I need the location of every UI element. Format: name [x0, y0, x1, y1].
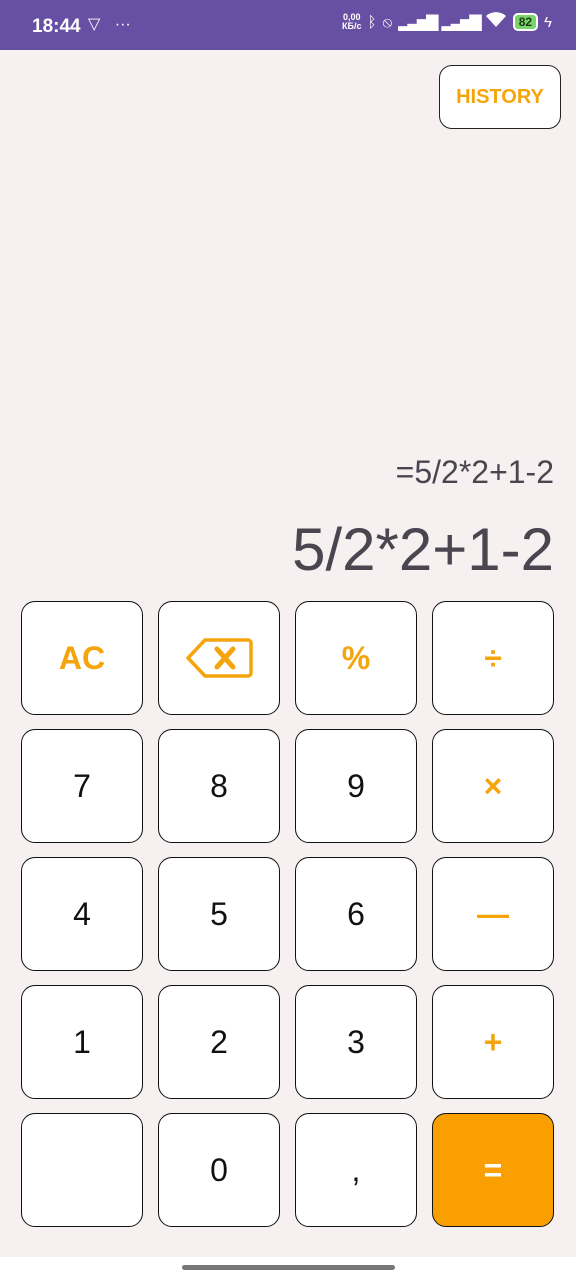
multiply-button[interactable]: ×	[432, 729, 554, 843]
result-display: 5/2*2+1-2	[292, 516, 554, 583]
plus-button[interactable]: +	[432, 985, 554, 1099]
digit-0-button[interactable]: 0	[158, 1113, 280, 1227]
digit-5-button[interactable]: 5	[158, 857, 280, 971]
status-left-icons: ▽ ···	[88, 14, 141, 34]
status-bar: 18:44 ▽ ··· 0,00 КБ/с ᛒ ⦸ ▂▃▅▇ ▂▃▅▇ 82 ϟ	[0, 0, 576, 50]
digit-3-button[interactable]: 3	[295, 985, 417, 1099]
gesture-handle[interactable]	[182, 1265, 395, 1270]
signal-icon: ▂▃▅▇	[398, 14, 438, 31]
digit-6-button[interactable]: 6	[295, 857, 417, 971]
history-button[interactable]: HISTORY	[439, 65, 561, 129]
comma-button[interactable]: ,	[295, 1113, 417, 1227]
wifi-icon	[485, 12, 507, 32]
net-speed: 0,00 КБ/с	[342, 13, 361, 31]
percent-button[interactable]: %	[295, 601, 417, 715]
backspace-icon	[186, 638, 253, 678]
vpn-icon: ▽	[88, 16, 101, 33]
digit-1-button[interactable]: 1	[21, 985, 143, 1099]
net-speed-unit: КБ/с	[341, 21, 362, 31]
status-time: 18:44	[32, 16, 81, 37]
bluetooth-icon: ᛒ	[367, 13, 377, 31]
backspace-button[interactable]	[158, 601, 280, 715]
status-right-icons: 0,00 КБ/с ᛒ ⦸ ▂▃▅▇ ▂▃▅▇ 82 ϟ	[342, 12, 552, 32]
clear-button[interactable]: AC	[21, 601, 143, 715]
vibrate-off-icon: ⦸	[382, 13, 393, 31]
digit-7-button[interactable]: 7	[21, 729, 143, 843]
battery-icon: 82	[512, 13, 539, 31]
minus-button[interactable]: —	[432, 857, 554, 971]
more-icon: ···	[114, 16, 131, 33]
digit-8-button[interactable]: 8	[158, 729, 280, 843]
charging-icon: ϟ	[544, 13, 552, 31]
equals-button[interactable]: =	[432, 1113, 554, 1227]
divide-button[interactable]: ÷	[432, 601, 554, 715]
signal-icon: ▂▃▅▇	[441, 14, 481, 31]
digit-4-button[interactable]: 4	[21, 857, 143, 971]
digit-2-button[interactable]: 2	[158, 985, 280, 1099]
digit-9-button[interactable]: 9	[295, 729, 417, 843]
blank-button[interactable]	[21, 1113, 143, 1227]
expression-display: =5/2*2+1-2	[395, 454, 554, 490]
